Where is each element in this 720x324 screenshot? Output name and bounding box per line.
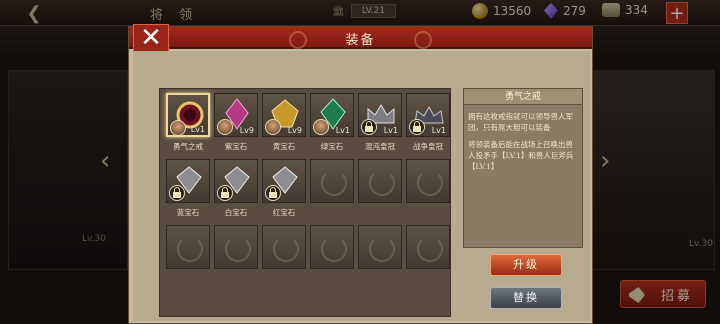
equipment-slot[interactable]: Lv1 (358, 93, 402, 137)
replace-button[interactable]: 替换 (490, 287, 562, 309)
hero-portrait-icon (217, 119, 233, 135)
equipment-slot[interactable]: Lv1 (166, 93, 210, 137)
equipment-slot[interactable] (166, 159, 210, 203)
equipment-name: 绿宝石 (320, 142, 344, 151)
lock-icon (409, 119, 425, 135)
equipment-name: 红宝石 (272, 208, 296, 217)
equipment-name: 勇气之戒 (173, 142, 203, 151)
equipment-slot[interactable]: Lv1 (406, 93, 450, 137)
upgrade-button[interactable]: 升级 (490, 254, 562, 276)
equipment-name: 混沌皇冠 (365, 142, 395, 151)
empty-slot[interactable] (166, 225, 210, 269)
equipment-name: 黄宝石 (272, 142, 296, 151)
equipment-name: 战争皇冠 (413, 142, 443, 151)
lock-icon (265, 185, 281, 201)
equipment-level: Lv1 (335, 126, 350, 135)
empty-slot[interactable] (214, 225, 258, 269)
empty-slot[interactable] (262, 225, 306, 269)
lock-icon (217, 185, 233, 201)
modal-header: 装备 (129, 27, 592, 49)
equipment-slot[interactable]: Lv1 (310, 93, 354, 137)
empty-slot[interactable] (358, 159, 402, 203)
close-button[interactable]: ✕ (133, 24, 169, 52)
equipment-level: Lv1 (431, 126, 446, 135)
empty-slot[interactable] (358, 225, 402, 269)
item-detail-panel: 勇气之戒 拥有这枚戒指就可以领导兽人军团，只有屌大粗可以装备 将领装备后能在战场… (463, 88, 583, 248)
equipment-level: Lv1 (383, 126, 398, 135)
item-detail-description: 拥有这枚戒指就可以领导兽人军团，只有屌大粗可以装备 将领装备后能在战场上召唤出兽… (468, 111, 580, 178)
equipment-name: 紫宝石 (224, 142, 248, 151)
empty-slot[interactable] (310, 159, 354, 203)
equipment-level: Lv9 (287, 126, 302, 135)
equipment-modal: 装备 ✕ Lv1 勇气之戒 Lv9 紫宝石 Lv9 黄宝石 Lv1 绿宝石 Lv1 混沌皇冠 Lv1… (128, 24, 593, 324)
hero-portrait-icon (170, 120, 186, 136)
equipment-slot[interactable] (262, 159, 306, 203)
item-effect-paragraph: 将领装备后能在战场上召唤出兽人投矛手【LV.1】和兽人巨斧兵【LV.1】 (468, 140, 574, 171)
item-detail-title: 勇气之戒 (464, 89, 582, 105)
equipment-slot[interactable] (214, 159, 258, 203)
lock-icon (169, 185, 185, 201)
equipment-name: 白宝石 (224, 208, 248, 217)
empty-slot[interactable] (406, 159, 450, 203)
equipment-level: Lv1 (190, 125, 205, 134)
equipment-slot[interactable]: Lv9 (214, 93, 258, 137)
modal-title: 装备 (345, 33, 376, 48)
hero-portrait-icon (265, 119, 281, 135)
hero-portrait-icon (313, 119, 329, 135)
equipment-grid: Lv1 勇气之戒 Lv9 紫宝石 Lv9 黄宝石 Lv1 绿宝石 Lv1 混沌皇冠 Lv1 战争皇冠蓝… (159, 88, 451, 317)
modal-body: Lv1 勇气之戒 Lv9 紫宝石 Lv9 黄宝石 Lv1 绿宝石 Lv1 混沌皇冠 Lv1 战争皇冠蓝… (133, 51, 590, 321)
equipment-level: Lv9 (239, 126, 254, 135)
empty-slot[interactable] (310, 225, 354, 269)
equipment-slot[interactable]: Lv9 (262, 93, 306, 137)
equipment-name: 蓝宝石 (176, 208, 200, 217)
lock-icon (361, 119, 377, 135)
item-description-paragraph: 拥有这枚戒指就可以领导兽人军团，只有屌大粗可以装备 (468, 112, 573, 132)
empty-slot[interactable] (406, 225, 450, 269)
